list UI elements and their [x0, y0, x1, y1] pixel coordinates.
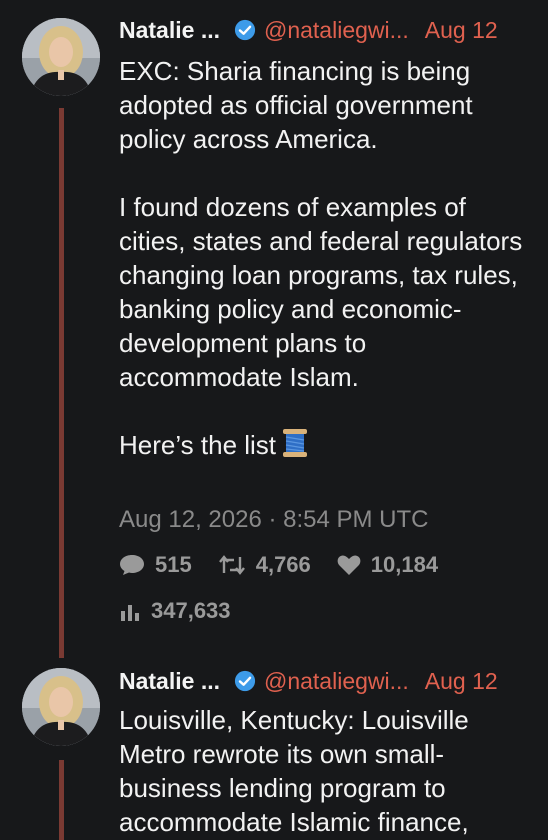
- verified-badge-icon: [234, 670, 256, 692]
- tweet-text: Louisville, Kentucky: Louisville Metro r…: [119, 705, 469, 837]
- like-button[interactable]: 10,184: [337, 552, 438, 578]
- author-handle[interactable]: @nataliegwi...: [264, 17, 409, 44]
- tweet-paragraph: I found dozens of examples of cities, st…: [119, 192, 523, 392]
- views-chart-icon: [121, 605, 139, 621]
- spool-of-thread-emoji: [282, 428, 308, 466]
- engagement-stats: 515 4,766 10,184: [119, 552, 464, 578]
- tweet-header: Natalie ... @nataliegwi... Aug 12: [119, 665, 498, 697]
- tweet-timestamp[interactable]: Aug 12, 2026 · 8:54 PM UTC: [119, 506, 429, 534]
- author-name[interactable]: Natalie ...: [119, 17, 220, 44]
- like-count: 10,184: [370, 552, 439, 577]
- views-count: 347,633: [151, 598, 231, 623]
- views-stat[interactable]: 347,633: [119, 598, 231, 624]
- author-name[interactable]: Natalie ...: [119, 668, 220, 695]
- tweet-paragraph-last: Here’s the list: [119, 428, 529, 466]
- author-handle[interactable]: @nataliegwi...: [264, 668, 409, 695]
- reply-count: 515: [155, 552, 192, 577]
- tweet-header: Natalie ... @nataliegwi... Aug 12: [119, 14, 498, 46]
- tweet-date[interactable]: Aug 12: [425, 17, 498, 44]
- retweet-icon: [218, 555, 245, 575]
- tweet-paragraph: EXC: Sharia financing is being adopted a…: [119, 56, 473, 154]
- tweet-text: EXC: Sharia financing is being adopted a…: [119, 54, 529, 466]
- comment-icon: [120, 555, 144, 575]
- verified-badge-icon: [234, 19, 256, 41]
- thread-connector-line: [59, 760, 64, 840]
- tweet-2[interactable]: Natalie ... @nataliegwi... Aug 12 Louisv…: [0, 660, 548, 840]
- thread-connector-line: [59, 108, 64, 658]
- tweet-1[interactable]: Natalie ... @nataliegwi... Aug 12 EXC: S…: [0, 0, 548, 660]
- retweet-button[interactable]: 4,766: [218, 552, 311, 578]
- retweet-count: 4,766: [255, 552, 311, 577]
- author-avatar[interactable]: [22, 668, 100, 746]
- tweet-date[interactable]: Aug 12: [425, 668, 498, 695]
- author-avatar[interactable]: [22, 18, 100, 96]
- reply-button[interactable]: 515: [119, 552, 192, 578]
- tweet-paragraph-text: Here’s the list: [119, 430, 277, 460]
- heart-icon: [337, 555, 361, 575]
